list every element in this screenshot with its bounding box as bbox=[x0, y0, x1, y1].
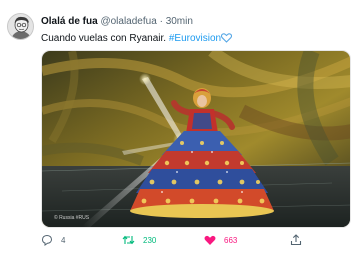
header-separator: · bbox=[159, 16, 163, 27]
cartoon-avatar-icon bbox=[8, 14, 33, 39]
reply-count: 4 bbox=[61, 235, 66, 245]
retweet-icon bbox=[122, 235, 135, 245]
author-handle[interactable]: @olaladefua bbox=[100, 16, 156, 27]
author-avatar[interactable] bbox=[7, 13, 34, 40]
tweet-text: Cuando vuelas con Ryanair. #Eurovision bbox=[41, 32, 233, 47]
tweet-media[interactable]: © Russia #RUS bbox=[41, 50, 351, 228]
reply-button[interactable]: 4 bbox=[41, 232, 65, 248]
tweet-actions: 4 230 663 bbox=[41, 232, 351, 248]
author-name[interactable]: Olalá de fua bbox=[41, 16, 98, 27]
heart-icon bbox=[204, 235, 216, 245]
like-count: 663 bbox=[224, 235, 238, 245]
share-icon bbox=[290, 234, 302, 246]
like-button[interactable]: 663 bbox=[204, 232, 237, 248]
tweet-body: Cuando vuelas con Ryanair. bbox=[41, 33, 169, 44]
tweet-timestamp[interactable]: 30min bbox=[166, 16, 193, 27]
media-watermark: © Russia #RUS bbox=[54, 215, 90, 221]
retweet-button[interactable]: 230 bbox=[122, 232, 156, 248]
share-button[interactable] bbox=[290, 232, 302, 248]
hashtag-link[interactable]: #Eurovision bbox=[169, 33, 221, 44]
blue-heart-icon bbox=[221, 33, 233, 47]
retweet-count: 230 bbox=[143, 235, 157, 245]
reply-icon bbox=[41, 234, 53, 246]
eurovision-performer-image bbox=[42, 51, 350, 227]
tweet-header: Olalá de fua @olaladefua · 30min bbox=[41, 16, 193, 28]
